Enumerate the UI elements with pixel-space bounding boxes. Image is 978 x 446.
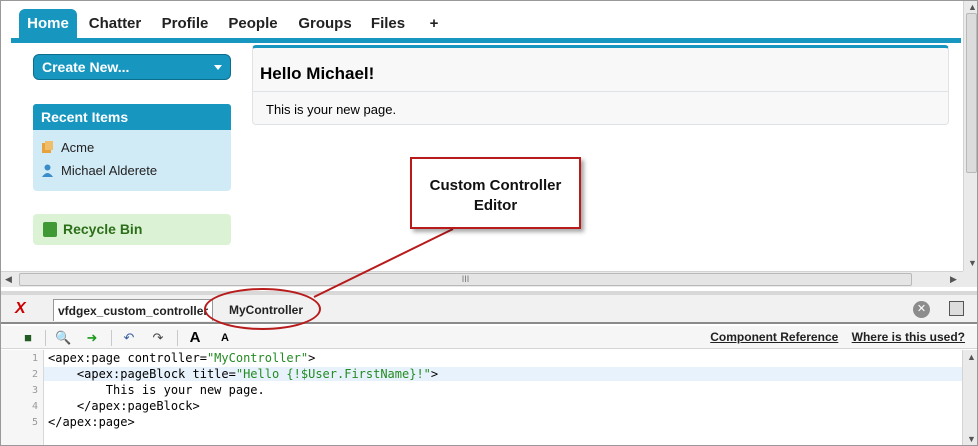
- recycle-bin-icon: [43, 222, 57, 237]
- screen: Home Chatter Profile People Groups Files…: [0, 0, 978, 446]
- user-icon: [42, 164, 53, 177]
- line-number: 4: [31, 401, 38, 412]
- tab-underline: [11, 38, 961, 43]
- scrollbar-thumb[interactable]: III: [19, 273, 912, 286]
- search-icon[interactable]: 🔍: [55, 330, 71, 346]
- create-new-button[interactable]: Create New...: [33, 54, 231, 80]
- recent-item-label: Michael Alderete: [61, 163, 158, 178]
- line-number: 3: [31, 385, 38, 396]
- code-line: This is your new page.: [48, 383, 265, 397]
- page-block: Hello Michael! This is your new page.: [252, 45, 949, 125]
- account-icon: [42, 141, 53, 153]
- code-text: </apex:page>: [48, 415, 135, 429]
- line-number: 2: [31, 369, 38, 380]
- save-icon[interactable]: ■: [20, 330, 36, 346]
- code-text: This is your new page.: [48, 383, 265, 397]
- undo-icon[interactable]: ↶: [121, 330, 137, 346]
- code-editor[interactable]: <apex:page controller="MyController"> <a…: [44, 350, 962, 445]
- top-nav: Home Chatter Profile People Groups Files…: [1, 1, 963, 43]
- editor-links: Component Reference Where is this used?: [700, 330, 965, 344]
- recycle-bin-link[interactable]: Recycle Bin: [33, 214, 231, 245]
- recent-items-header: Recent Items: [33, 104, 231, 130]
- page-block-title: Hello Michael!: [260, 64, 375, 83]
- code-line: </apex:page>: [48, 415, 135, 429]
- line-number: 5: [31, 417, 38, 428]
- line-number: 1: [31, 353, 38, 364]
- recycle-bin-label: Recycle Bin: [63, 221, 143, 237]
- callout-text-line1: Custom Controller: [429, 177, 562, 194]
- tab-page-editor[interactable]: vfdgex_custom_controller: [53, 299, 214, 321]
- scroll-up-icon[interactable]: ▲: [968, 2, 977, 12]
- divider: [253, 91, 948, 92]
- scroll-right-icon[interactable]: ▶: [950, 274, 957, 285]
- divider: [45, 330, 46, 346]
- code-text: >: [308, 351, 316, 365]
- code-text: </apex:pageBlock>: [48, 399, 200, 413]
- editor-toolbar: ■ 🔍 ➜ ↶ ↷ A A Component Reference Where …: [1, 326, 977, 349]
- tab-chatter[interactable]: Chatter: [81, 9, 149, 39]
- code-line-highlighted: <apex:pageBlock title="Hello {!$User.Fir…: [44, 367, 962, 381]
- component-reference-link[interactable]: Component Reference: [710, 330, 838, 344]
- download-icon[interactable]: [949, 301, 964, 316]
- divider: [111, 330, 112, 346]
- increase-font-button[interactable]: A: [187, 330, 203, 346]
- go-to-line-icon[interactable]: ➜: [84, 330, 100, 346]
- tab-files[interactable]: Files: [365, 9, 411, 39]
- add-tab-button[interactable]: +: [423, 9, 445, 39]
- code-line: <apex:page controller="MyController">: [48, 351, 315, 365]
- line-number-gutter: 1 2 3 4 5: [1, 350, 44, 445]
- callout-box: Custom Controller Editor: [410, 157, 581, 229]
- scrollbar-thumb[interactable]: [966, 13, 977, 173]
- code-line: </apex:pageBlock>: [48, 399, 200, 413]
- scroll-up-icon[interactable]: ▲: [967, 352, 976, 362]
- decrease-font-button[interactable]: A: [217, 330, 233, 346]
- callout-highlight-ellipse: [204, 288, 321, 330]
- tab-profile[interactable]: Profile: [155, 9, 215, 39]
- divider: [177, 330, 178, 346]
- dev-footer-bar: X vfdgex_custom_controller MyController …: [1, 295, 977, 324]
- create-new-label: Create New...: [42, 59, 130, 75]
- code-string: "Hello {!$User.FirstName}!": [235, 367, 431, 381]
- chevron-down-icon: [214, 65, 222, 70]
- tab-home[interactable]: Home: [19, 9, 77, 39]
- code-text: >: [430, 367, 439, 381]
- redo-icon[interactable]: ↷: [150, 330, 166, 346]
- where-used-link[interactable]: Where is this used?: [852, 330, 965, 344]
- close-editor-icon[interactable]: X: [15, 300, 26, 318]
- recent-item-label: Acme: [61, 140, 95, 155]
- code-string: "MyController": [206, 351, 309, 365]
- code-vertical-scrollbar[interactable]: ▲ ▼: [962, 350, 977, 445]
- scroll-corner: [963, 271, 977, 287]
- scroll-down-icon[interactable]: ▼: [967, 434, 976, 444]
- recent-items-list: Acme Michael Alderete: [33, 130, 231, 191]
- code-text: <apex:page controller=: [48, 351, 207, 365]
- callout-text-line2: Editor: [473, 197, 518, 214]
- scroll-grip: III: [461, 274, 470, 284]
- close-circle-icon[interactable]: ✕: [913, 301, 930, 318]
- tab-groups[interactable]: Groups: [293, 9, 357, 39]
- scroll-left-icon[interactable]: ◀: [5, 274, 12, 285]
- scroll-down-icon[interactable]: ▼: [968, 258, 977, 268]
- page-block-body: This is your new page.: [266, 102, 397, 117]
- horizontal-scrollbar[interactable]: ◀ III ▶: [1, 271, 963, 287]
- vertical-scrollbar[interactable]: ▲ ▼: [963, 1, 977, 271]
- tab-people[interactable]: People: [223, 9, 283, 39]
- code-text: <apex:pageBlock title=: [48, 367, 236, 381]
